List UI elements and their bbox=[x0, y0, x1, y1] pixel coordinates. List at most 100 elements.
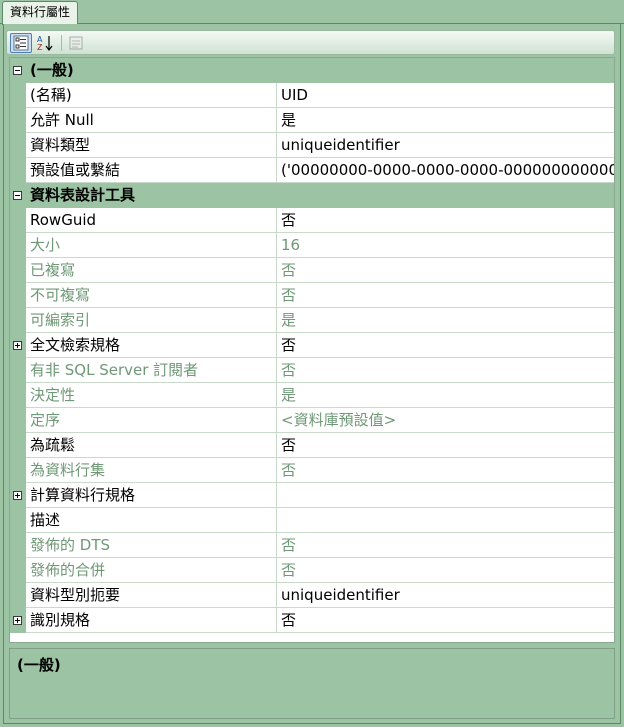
row-gutter bbox=[10, 308, 26, 333]
property-row[interactable]: 描述 bbox=[10, 508, 614, 533]
property-value[interactable]: 否 bbox=[277, 433, 614, 458]
property-name[interactable]: 預設值或繫結 bbox=[26, 158, 277, 183]
property-name[interactable]: 全文檢索規格 bbox=[26, 333, 277, 358]
property-name[interactable]: 決定性 bbox=[26, 383, 277, 408]
row-gutter bbox=[10, 358, 26, 383]
property-row[interactable]: 預設值或繫結 ('00000000-0000-0000-0000-00000000… bbox=[10, 158, 614, 183]
property-name[interactable]: 定序 bbox=[26, 408, 277, 433]
row-gutter bbox=[10, 258, 26, 283]
row-gutter bbox=[10, 83, 26, 108]
property-row[interactable]: 決定性是 bbox=[10, 383, 614, 408]
property-value[interactable]: 16 bbox=[277, 233, 614, 258]
property-row[interactable]: 可編索引是 bbox=[10, 308, 614, 333]
property-value[interactable]: 否 bbox=[277, 283, 614, 308]
category-label: 資料表設計工具 bbox=[30, 186, 136, 204]
row-gutter bbox=[10, 508, 26, 533]
property-value[interactable]: <資料庫預設值> bbox=[277, 408, 614, 433]
property-pages-icon bbox=[69, 36, 83, 50]
row-gutter bbox=[10, 433, 26, 458]
property-row[interactable]: 有非 SQL Server 訂閱者否 bbox=[10, 358, 614, 383]
property-pages-button[interactable] bbox=[65, 33, 87, 53]
row-gutter bbox=[10, 533, 26, 558]
property-name[interactable]: 允許 Null bbox=[26, 108, 277, 133]
collapse-icon[interactable] bbox=[13, 191, 22, 200]
property-value[interactable]: 是 bbox=[277, 383, 614, 408]
categorized-button[interactable] bbox=[10, 33, 32, 53]
property-name[interactable]: 發佈的 DTS bbox=[26, 533, 277, 558]
property-row[interactable]: 定序 <資料庫預設值> bbox=[10, 408, 614, 433]
property-row[interactable]: 資料型別扼要 uniqueidentifier bbox=[10, 583, 614, 608]
property-value[interactable]: 否 bbox=[277, 358, 614, 383]
property-toolbar: A Z bbox=[6, 30, 615, 55]
property-name[interactable]: 發佈的合併 bbox=[26, 558, 277, 583]
row-gutter bbox=[10, 158, 26, 183]
property-grid: (一般) (名稱) UID 允許 Null 是資料類型 uniqueidentifier 預… bbox=[9, 57, 615, 643]
row-gutter bbox=[10, 483, 26, 508]
property-row[interactable]: 計算資料行規格 bbox=[10, 483, 614, 508]
property-value[interactable]: 是 bbox=[277, 308, 614, 333]
property-name[interactable]: 資料型別扼要 bbox=[26, 583, 277, 608]
property-value[interactable]: 否 bbox=[277, 258, 614, 283]
property-value[interactable]: uniqueidentifier bbox=[277, 133, 614, 158]
property-value[interactable]: 否 bbox=[277, 558, 614, 583]
property-row[interactable]: (名稱) UID bbox=[10, 83, 614, 108]
property-value[interactable]: uniqueidentifier bbox=[277, 583, 614, 608]
property-row[interactable]: 發佈的 DTS 否 bbox=[10, 533, 614, 558]
property-name[interactable]: (名稱) bbox=[26, 83, 277, 108]
row-gutter bbox=[10, 608, 26, 633]
row-gutter bbox=[10, 133, 26, 158]
categorized-icon bbox=[13, 35, 29, 51]
property-name[interactable]: 不可複寫 bbox=[26, 283, 277, 308]
property-row[interactable]: RowGuid 否 bbox=[10, 208, 614, 233]
tab-column-properties[interactable]: 資料行屬性 bbox=[2, 1, 79, 25]
property-name[interactable]: 為疏鬆 bbox=[26, 433, 277, 458]
property-row[interactable]: 不可複寫否 bbox=[10, 283, 614, 308]
row-gutter bbox=[10, 108, 26, 133]
property-row[interactable]: 發佈的合併否 bbox=[10, 558, 614, 583]
row-gutter bbox=[10, 408, 26, 433]
expand-icon[interactable] bbox=[13, 616, 22, 625]
property-value[interactable]: UID bbox=[277, 83, 614, 108]
property-value[interactable]: 否 bbox=[277, 208, 614, 233]
collapse-icon[interactable] bbox=[13, 66, 22, 75]
alphabetical-sort-icon: A Z bbox=[37, 35, 53, 52]
row-gutter bbox=[10, 333, 26, 358]
category-row[interactable]: 資料表設計工具 bbox=[10, 183, 614, 208]
property-name[interactable]: 資料類型 bbox=[26, 133, 277, 158]
row-gutter bbox=[10, 283, 26, 308]
property-value[interactable] bbox=[277, 508, 614, 533]
property-row[interactable]: 資料類型 uniqueidentifier bbox=[10, 133, 614, 158]
property-name[interactable]: 有非 SQL Server 訂閱者 bbox=[26, 358, 277, 383]
property-row[interactable]: 全文檢索規格否 bbox=[10, 333, 614, 358]
property-value[interactable]: 否 bbox=[277, 458, 614, 483]
tab-strip: 資料行屬性 bbox=[0, 0, 624, 25]
description-title: (一般) bbox=[17, 656, 61, 674]
property-name[interactable]: 大小 bbox=[26, 233, 277, 258]
expand-icon[interactable] bbox=[13, 341, 22, 350]
property-name[interactable]: 為資料行集 bbox=[26, 458, 277, 483]
property-value[interactable]: 是 bbox=[277, 108, 614, 133]
property-name[interactable]: 可編索引 bbox=[26, 308, 277, 333]
property-name[interactable]: RowGuid bbox=[26, 208, 277, 233]
property-row[interactable]: 為資料行集否 bbox=[10, 458, 614, 483]
property-name[interactable]: 描述 bbox=[26, 508, 277, 533]
property-value[interactable]: ('00000000-0000-0000-0000-000000000000') bbox=[277, 158, 614, 183]
category-row[interactable]: (一般) bbox=[10, 58, 614, 83]
property-row[interactable]: 允許 Null 是 bbox=[10, 108, 614, 133]
property-name[interactable]: 計算資料行規格 bbox=[26, 483, 277, 508]
property-value[interactable]: 否 bbox=[277, 333, 614, 358]
property-row[interactable]: 識別規格否 bbox=[10, 608, 614, 633]
toolbar-separator bbox=[61, 35, 62, 51]
row-gutter bbox=[10, 383, 26, 408]
property-row[interactable]: 大小 16 bbox=[10, 233, 614, 258]
row-gutter bbox=[10, 458, 26, 483]
property-name[interactable]: 識別規格 bbox=[26, 608, 277, 633]
property-value[interactable] bbox=[277, 483, 614, 508]
property-row[interactable]: 為疏鬆否 bbox=[10, 433, 614, 458]
property-value[interactable]: 否 bbox=[277, 608, 614, 633]
alphabetical-button[interactable]: A Z bbox=[34, 33, 56, 53]
property-value[interactable]: 否 bbox=[277, 533, 614, 558]
property-name[interactable]: 已複寫 bbox=[26, 258, 277, 283]
property-row[interactable]: 已複寫否 bbox=[10, 258, 614, 283]
expand-icon[interactable] bbox=[13, 491, 22, 500]
